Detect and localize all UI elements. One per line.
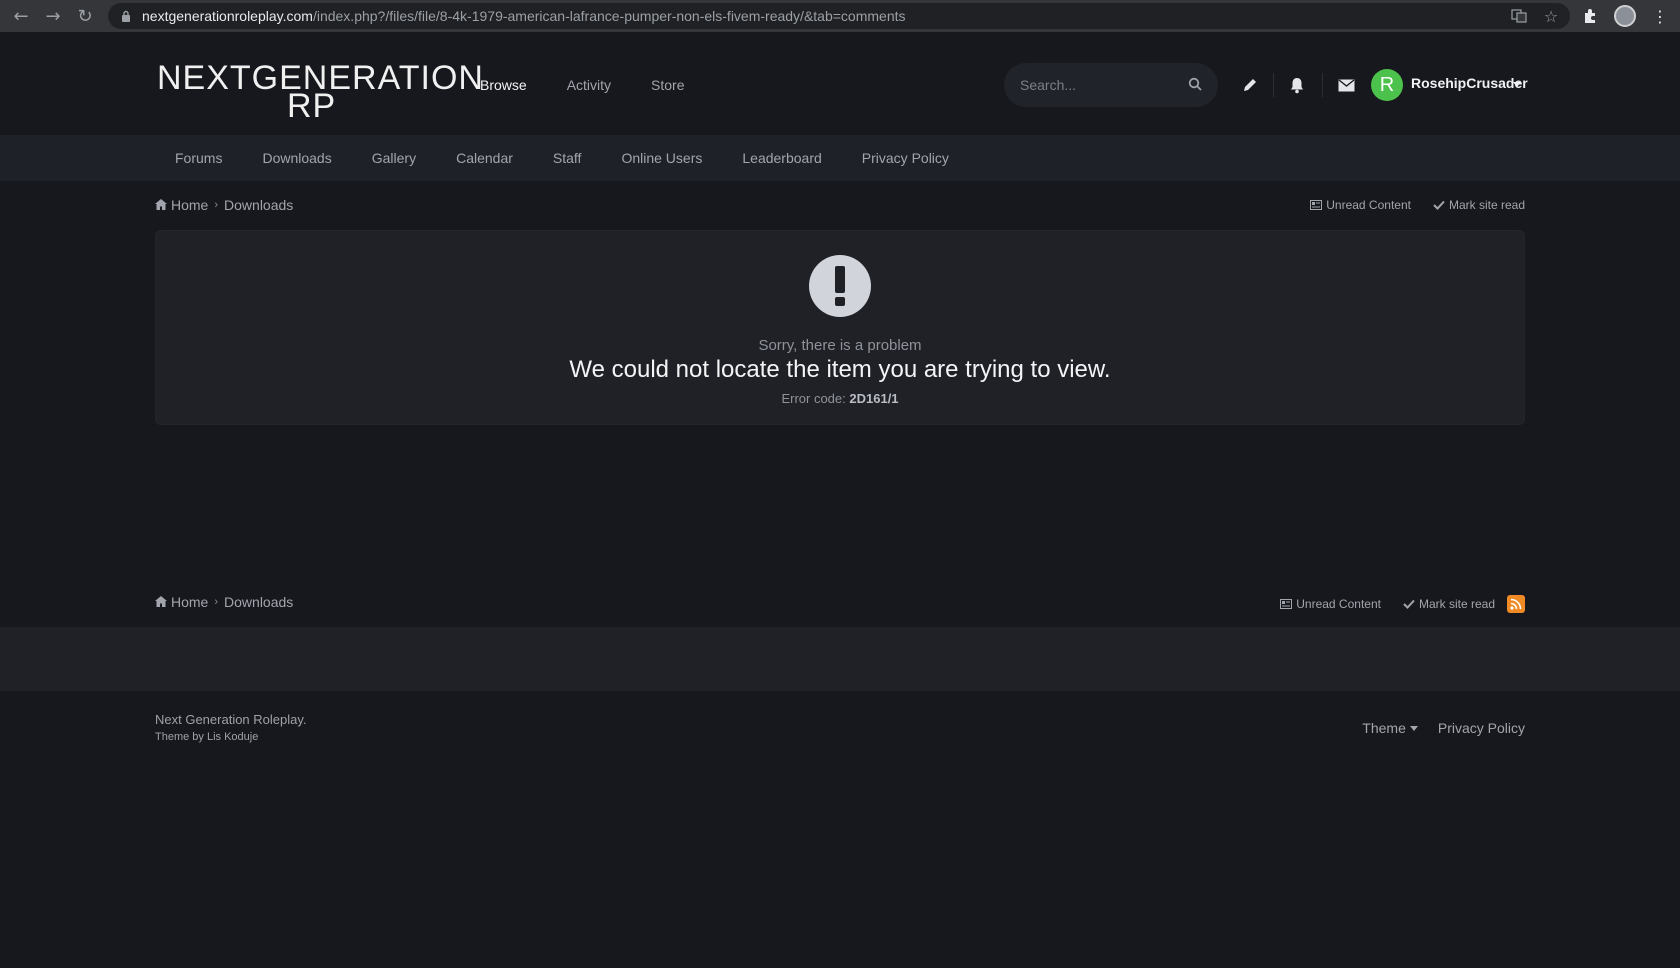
newspaper-icon — [1280, 598, 1293, 610]
nav-activity[interactable]: Activity — [547, 75, 631, 95]
url-text: nextgenerationroleplay.com/index.php?/fi… — [142, 8, 906, 24]
error-title: We could not locate the item you are try… — [569, 356, 1111, 383]
check-icon — [1403, 598, 1415, 610]
user-avatar[interactable]: R — [1371, 69, 1403, 101]
menu-kebab-icon[interactable]: ⋮ — [1648, 4, 1672, 28]
nav-store[interactable]: Store — [631, 75, 704, 95]
header-divider — [1273, 73, 1274, 97]
pencil-icon[interactable] — [1240, 75, 1260, 95]
subnav-gallery[interactable]: Gallery — [352, 150, 436, 166]
secondary-nav-bar: Forums Downloads Gallery Calendar Staff … — [0, 135, 1680, 181]
bell-icon[interactable] — [1287, 75, 1307, 95]
breadcrumb-actions: Unread Content Mark site read — [1310, 198, 1525, 212]
header-divider — [1322, 73, 1323, 97]
footer-band — [0, 627, 1680, 691]
chevron-down-icon — [1409, 725, 1418, 731]
mark-site-read-link[interactable]: Mark site read — [1433, 198, 1525, 212]
subnav-privacy-policy[interactable]: Privacy Policy — [842, 150, 969, 166]
breadcrumb-home[interactable]: Home — [171, 594, 208, 610]
footer-links: Theme Privacy Policy — [1362, 720, 1525, 736]
unread-content-link[interactable]: Unread Content — [1310, 198, 1411, 212]
extensions-icon[interactable] — [1578, 4, 1602, 28]
bookmark-star-icon[interactable]: ☆ — [1542, 7, 1560, 26]
error-panel: Sorry, there is a problem We could not l… — [155, 230, 1525, 425]
back-icon[interactable]: ← — [5, 0, 37, 32]
footer-privacy-policy[interactable]: Privacy Policy — [1438, 720, 1525, 736]
footer-site-name: Next Generation Roleplay. — [155, 712, 307, 727]
breadcrumb-actions-bottom: Unread Content Mark site read — [1280, 595, 1525, 613]
nav-browse[interactable]: Browse — [460, 75, 547, 95]
address-bar[interactable]: nextgenerationroleplay.com/index.php?/fi… — [108, 3, 1570, 29]
footer-theme-credit[interactable]: Theme by Lis Koduje — [155, 731, 307, 743]
breadcrumb-bottom: Home › Downloads — [155, 594, 293, 610]
subnav-leaderboard[interactable]: Leaderboard — [722, 150, 841, 166]
search-input[interactable] — [1020, 75, 1180, 95]
subnav-downloads[interactable]: Downloads — [242, 150, 351, 166]
forward-icon[interactable]: → — [37, 0, 69, 32]
footer-copyright: Next Generation Roleplay. Theme by Lis K… — [155, 712, 307, 743]
search-box — [1004, 63, 1218, 107]
chevron-down-icon[interactable] — [1513, 82, 1521, 87]
rss-icon[interactable] — [1507, 595, 1525, 613]
breadcrumb-downloads[interactable]: Downloads — [224, 197, 293, 213]
chevron-right-icon: › — [214, 596, 219, 608]
subnav-forums[interactable]: Forums — [155, 150, 242, 166]
profile-avatar[interactable] — [1614, 5, 1636, 27]
chevron-right-icon: › — [214, 199, 219, 211]
envelope-icon[interactable] — [1336, 75, 1356, 95]
site-logo[interactable]: NEXTGENERATION RP — [157, 61, 484, 123]
translate-icon[interactable] — [1510, 7, 1528, 25]
subnav-calendar[interactable]: Calendar — [436, 150, 533, 166]
breadcrumb: Home › Downloads — [155, 197, 293, 213]
error-subtitle: Sorry, there is a problem — [758, 337, 922, 354]
breadcrumb-downloads[interactable]: Downloads — [224, 594, 293, 610]
username-link[interactable]: RosehipCrusader — [1411, 75, 1528, 91]
home-icon — [155, 596, 167, 608]
search-icon[interactable] — [1188, 76, 1204, 92]
site-header: NEXTGENERATION RP Browse Activity Store … — [0, 32, 1680, 135]
subnav-staff[interactable]: Staff — [533, 150, 602, 166]
lock-icon — [120, 10, 132, 22]
reload-icon[interactable]: ↻ — [69, 0, 101, 32]
browser-toolbar: ← → ↻ nextgenerationroleplay.com/index.p… — [0, 0, 1680, 32]
mark-site-read-link[interactable]: Mark site read — [1403, 597, 1495, 611]
unread-content-link[interactable]: Unread Content — [1280, 597, 1381, 611]
error-code: Error code: 2D161/1 — [781, 391, 899, 406]
home-icon — [155, 199, 167, 211]
exclamation-icon — [809, 255, 871, 317]
breadcrumb-home[interactable]: Home — [171, 197, 208, 213]
subnav-online-users[interactable]: Online Users — [601, 150, 722, 166]
newspaper-icon — [1310, 199, 1323, 211]
theme-selector[interactable]: Theme — [1362, 720, 1418, 736]
primary-nav: Browse Activity Store — [460, 75, 705, 95]
check-icon — [1433, 199, 1445, 211]
